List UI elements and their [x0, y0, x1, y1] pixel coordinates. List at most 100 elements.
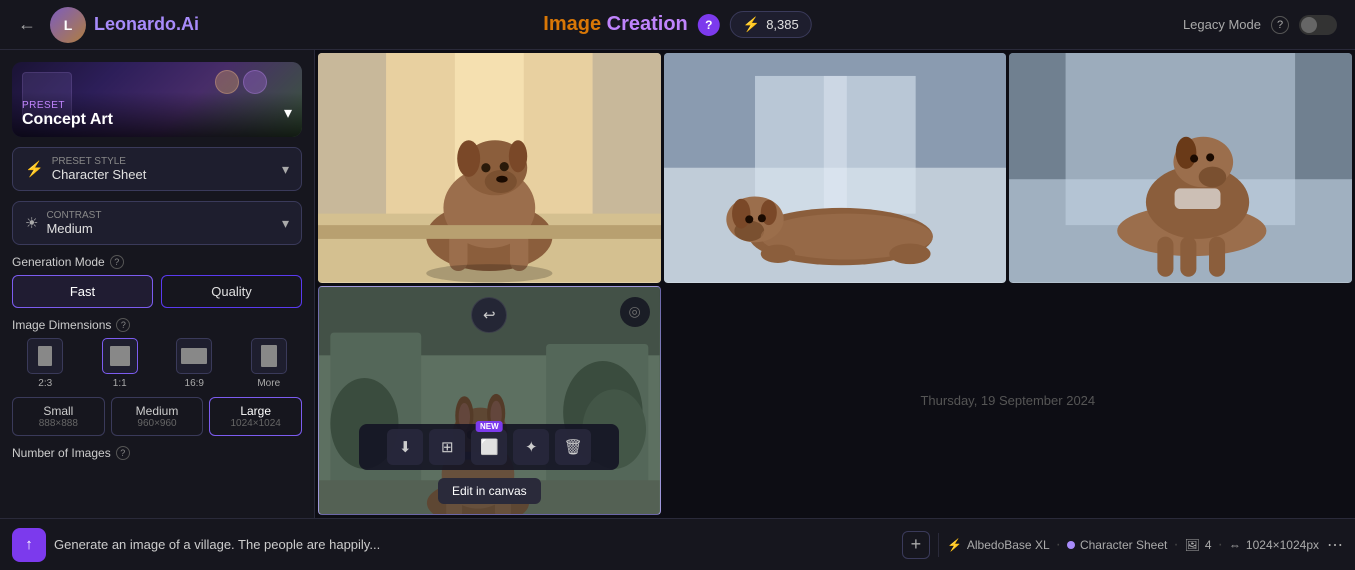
dimension-badge[interactable]: ⇔ 1024×1024px	[1229, 538, 1319, 552]
quality-mode-button[interactable]: Quality	[161, 275, 302, 308]
size-small-name: Small	[17, 404, 100, 418]
send-button[interactable]: ↑	[12, 528, 46, 562]
dim-2-3-icon	[27, 338, 63, 374]
preset-style-value: Character Sheet	[52, 167, 274, 182]
separator-dot-2: ·	[1173, 536, 1178, 554]
generation-mode-section: Generation Mode ? Fast Quality	[12, 255, 302, 308]
dimension-icon: ⇔	[1229, 538, 1241, 552]
dim-more[interactable]: More	[236, 338, 303, 389]
preset-label: Preset	[22, 100, 292, 111]
preset-concept-card[interactable]: Preset Concept Art ▾	[12, 62, 302, 137]
count-icon: 🖼	[1185, 538, 1200, 552]
toolbar-bottom-row: ⬇ ⊞ NEW ⬜ ✦ 🗑	[359, 424, 619, 470]
style-dot	[1067, 541, 1075, 549]
preset-style-dropdown[interactable]: ⚡ Preset Style Character Sheet ▾	[12, 147, 302, 191]
style-badge[interactable]: Character Sheet	[1067, 538, 1167, 552]
topbar: ← L Leonardo.Ai Image Creation ? ⚡ 8,385…	[0, 0, 1355, 50]
generation-mode-help[interactable]: ?	[110, 255, 124, 269]
dimension-value: 1024×1024px	[1246, 538, 1319, 552]
topbar-center: Image Creation ? ⚡ 8,385	[543, 11, 811, 38]
logo-avatar: L	[50, 7, 86, 43]
generation-mode-label: Generation Mode ?	[12, 255, 302, 269]
image-svg-1	[318, 53, 661, 283]
bottom-bar: ↑ + ⚡ AlbedoBase XL · Character Sheet · …	[0, 518, 1355, 570]
dim-more-icon	[251, 338, 287, 374]
image-card-1[interactable]	[318, 53, 661, 283]
fast-mode-button[interactable]: Fast	[12, 275, 153, 308]
contrast-dropdown[interactable]: ☀ Contrast Medium ▾	[12, 201, 302, 245]
back-button[interactable]: ←	[18, 14, 36, 35]
credits-badge[interactable]: ⚡ 8,385	[730, 11, 812, 38]
size-large-button[interactable]: Large 1024×1024	[209, 397, 302, 436]
add-button[interactable]: +	[902, 531, 930, 559]
size-large-value: 1024×1024	[214, 418, 297, 429]
preset-style-arrow: ▾	[282, 161, 289, 178]
dim-16-9-label: 16:9	[185, 378, 204, 389]
contrast-label: Contrast	[46, 210, 274, 221]
image-dimensions-help[interactable]: ?	[116, 318, 130, 332]
dim-2-3-label: 2:3	[38, 378, 52, 389]
delete-button[interactable]: 🗑	[555, 429, 591, 465]
refresh-button[interactable]: ↩	[471, 297, 507, 333]
edit-canvas-tooltip-container: Edit in canvas	[438, 478, 541, 504]
bottom-info: ⚡ AlbedoBase XL · Character Sheet · 🖼 4 …	[947, 536, 1319, 554]
image-svg-2	[664, 53, 1007, 283]
page-title: Image Creation	[543, 13, 688, 36]
new-badge: NEW	[476, 421, 503, 432]
size-small-button[interactable]: Small 888×888	[12, 397, 105, 436]
date-area: Thursday, 19 September 2024	[664, 286, 1352, 516]
image-card-2[interactable]	[664, 53, 1007, 283]
logo-area: L Leonardo.Ai	[50, 7, 199, 43]
contrast-content: Contrast Medium	[46, 210, 274, 236]
dim-2-3[interactable]: 2:3	[12, 338, 79, 389]
preset-concept-overlay: Preset Concept Art	[12, 62, 302, 137]
credits-value: 8,385	[766, 17, 799, 32]
prompt-input[interactable]	[54, 537, 894, 552]
date-separator: Thursday, 19 September 2024	[920, 393, 1095, 408]
image-card-focused[interactable]: ◎ ↩ ⬇ ⊞ NEW ⬜ ✦	[318, 286, 661, 516]
size-small-value: 888×888	[17, 418, 100, 429]
size-medium-button[interactable]: Medium 960×960	[111, 397, 204, 436]
main-content: Preset Concept Art ▾ ⚡ Preset Style Char…	[0, 50, 1355, 518]
preset-style-content: Preset Style Character Sheet	[52, 156, 274, 182]
mode-buttons: Fast Quality	[12, 275, 302, 308]
dim-16-9[interactable]: 16:9	[161, 338, 228, 389]
count-value: 4	[1205, 538, 1212, 552]
top-action-bar: ↩	[471, 297, 507, 333]
legacy-mode-toggle[interactable]	[1299, 15, 1337, 35]
dim-more-label: More	[257, 378, 280, 389]
number-of-images-help[interactable]: ?	[116, 446, 130, 460]
contrast-value: Medium	[46, 221, 274, 236]
title-help-icon[interactable]: ?	[698, 14, 720, 36]
topbar-right: Legacy Mode ?	[1183, 15, 1337, 35]
download-button[interactable]: ⬇	[387, 429, 423, 465]
eye-button[interactable]: ◎	[620, 297, 650, 327]
separator	[938, 533, 939, 557]
sidebar: Preset Concept Art ▾ ⚡ Preset Style Char…	[0, 50, 315, 518]
dim-1-1[interactable]: 1:1	[87, 338, 154, 389]
preset-value: Concept Art	[22, 111, 292, 129]
size-large-name: Large	[214, 404, 297, 418]
image-dimensions-label: Image Dimensions ?	[12, 318, 302, 332]
image-card-3[interactable]	[1009, 53, 1352, 283]
legacy-help-icon[interactable]: ?	[1271, 16, 1289, 34]
model-name: AlbedoBase XL	[967, 538, 1050, 552]
model-badge[interactable]: ⚡ AlbedoBase XL	[947, 538, 1050, 552]
model-icon: ⚡	[947, 538, 962, 552]
image-grid: ◎ ↩ ⬇ ⊞ NEW ⬜ ✦	[315, 50, 1355, 518]
number-of-images-section: Number of Images ?	[12, 446, 302, 460]
canvas-button[interactable]: NEW ⬜	[471, 429, 507, 465]
contrast-icon: ☀	[25, 214, 38, 232]
more-button[interactable]: ⋯	[1327, 535, 1343, 555]
size-medium-name: Medium	[116, 404, 199, 418]
dimension-grid: 2:3 1:1 16:9	[12, 338, 302, 389]
dim-16-9-icon	[176, 338, 212, 374]
grid-button[interactable]: ⊞	[429, 429, 465, 465]
edit-canvas-tooltip: Edit in canvas	[438, 478, 541, 504]
count-badge[interactable]: 🖼 4	[1185, 538, 1212, 552]
image-toolbar: ⬇ ⊞ NEW ⬜ ✦ 🗑 Edit in canvas	[319, 424, 660, 514]
magic-button[interactable]: ✦	[513, 429, 549, 465]
style-name: Character Sheet	[1080, 538, 1167, 552]
legacy-mode-label: Legacy Mode	[1183, 17, 1261, 32]
contrast-arrow: ▾	[282, 215, 289, 232]
